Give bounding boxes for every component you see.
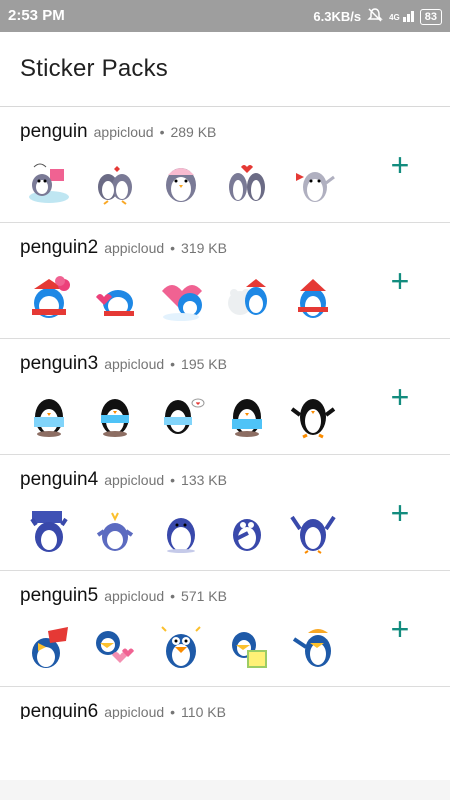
sticker-preview-row xyxy=(22,503,340,557)
pack-publisher: appicloud xyxy=(104,704,165,719)
sticker-pack-item[interactable]: penguin6 appicloud • 110 KB xyxy=(0,687,450,719)
status-time: 2:53 PM xyxy=(8,7,65,24)
sticker-preview-row xyxy=(22,271,340,325)
sticker-thumbnail xyxy=(220,155,274,209)
sticker-thumbnail xyxy=(88,271,142,325)
sticker-preview-row xyxy=(22,619,340,673)
sticker-thumbnail xyxy=(154,503,208,557)
sticker-thumbnail xyxy=(286,619,340,673)
separator-dot: • xyxy=(170,704,176,719)
sticker-pack-item[interactable]: penguin appicloud • 289 KB + xyxy=(0,107,450,223)
pack-size: 133 KB xyxy=(181,472,227,488)
pack-header: penguin6 appicloud • 110 KB xyxy=(20,701,226,719)
bottom-nav-bar xyxy=(0,780,450,800)
pack-size: 195 KB xyxy=(181,356,227,372)
pack-name: penguin5 xyxy=(20,585,99,606)
status-icons: 6.3KB/s 4G 83 xyxy=(313,7,442,26)
signal-label: 4G xyxy=(389,13,400,22)
pack-publisher: appicloud xyxy=(104,240,165,256)
pack-header: penguin3 appicloud • 195 KB xyxy=(20,353,227,375)
pack-publisher: appicloud xyxy=(104,588,165,604)
add-pack-button[interactable]: + xyxy=(386,381,414,413)
pack-name: penguin4 xyxy=(20,469,99,490)
sticker-thumbnail xyxy=(22,387,76,441)
sticker-thumbnail xyxy=(286,271,340,325)
pack-header: penguin2 appicloud • 319 KB xyxy=(20,237,227,259)
separator-dot: • xyxy=(159,124,165,140)
pack-name: penguin6 xyxy=(20,701,99,719)
add-pack-button[interactable]: + xyxy=(386,149,414,181)
page-title: Sticker Packs xyxy=(20,55,168,82)
sticker-thumbnail xyxy=(154,155,208,209)
sticker-thumbnail xyxy=(220,619,274,673)
sticker-thumbnail xyxy=(22,271,76,325)
separator-dot: • xyxy=(170,588,176,604)
sticker-preview-row xyxy=(22,155,340,209)
sticker-thumbnail xyxy=(286,155,340,209)
pack-publisher: appicloud xyxy=(104,356,165,372)
separator-dot: • xyxy=(170,240,176,256)
pack-size: 110 KB xyxy=(181,704,226,719)
sticker-thumbnail xyxy=(154,619,208,673)
pack-publisher: appicloud xyxy=(93,124,154,140)
pack-size: 571 KB xyxy=(181,588,227,604)
add-pack-button[interactable]: + xyxy=(386,265,414,297)
sticker-thumbnail xyxy=(286,387,340,441)
pack-size: 289 KB xyxy=(170,124,217,140)
sticker-thumbnail xyxy=(22,503,76,557)
sticker-thumbnail xyxy=(154,387,208,441)
pack-header: penguin appicloud • 289 KB xyxy=(20,121,216,143)
pack-header: penguin4 appicloud • 133 KB xyxy=(20,469,227,491)
separator-dot: • xyxy=(170,356,176,372)
sticker-thumbnail xyxy=(88,155,142,209)
sticker-thumbnail xyxy=(88,387,142,441)
sticker-pack-item[interactable]: penguin5 appicloud • 571 KB + xyxy=(0,571,450,687)
network-speed: 6.3KB/s xyxy=(313,9,362,24)
mute-icon xyxy=(367,7,383,26)
pack-name: penguin2 xyxy=(20,237,99,258)
sticker-thumbnail xyxy=(220,503,274,557)
sticker-thumbnail xyxy=(286,503,340,557)
add-pack-button[interactable]: + xyxy=(386,497,414,529)
pack-publisher: appicloud xyxy=(104,472,165,488)
sticker-thumbnail xyxy=(88,503,142,557)
sticker-thumbnail xyxy=(154,271,208,325)
sticker-thumbnail xyxy=(22,155,76,209)
sticker-thumbnail xyxy=(220,387,274,441)
battery-icon: 83 xyxy=(419,8,442,25)
app-bar: Sticker Packs xyxy=(0,32,450,107)
pack-name: penguin3 xyxy=(20,353,99,374)
signal-icon: 4G xyxy=(389,11,414,22)
pack-header: penguin5 appicloud • 571 KB xyxy=(20,585,227,607)
sticker-pack-item[interactable]: penguin3 appicloud • 195 KB + xyxy=(0,339,450,455)
sticker-thumbnail xyxy=(22,619,76,673)
status-bar: 2:53 PM 6.3KB/s 4G 83 xyxy=(0,0,450,32)
sticker-pack-item[interactable]: penguin2 appicloud • 319 KB + xyxy=(0,223,450,339)
sticker-pack-item[interactable]: penguin4 appicloud • 133 KB + xyxy=(0,455,450,571)
sticker-thumbnail xyxy=(220,271,274,325)
separator-dot: • xyxy=(170,472,176,488)
add-pack-button[interactable]: + xyxy=(386,613,414,645)
pack-name: penguin xyxy=(20,121,88,142)
sticker-pack-list[interactable]: penguin appicloud • 289 KB + penguin2 ap… xyxy=(0,107,450,719)
sticker-preview-row xyxy=(22,387,340,441)
pack-size: 319 KB xyxy=(181,240,227,256)
sticker-thumbnail xyxy=(88,619,142,673)
